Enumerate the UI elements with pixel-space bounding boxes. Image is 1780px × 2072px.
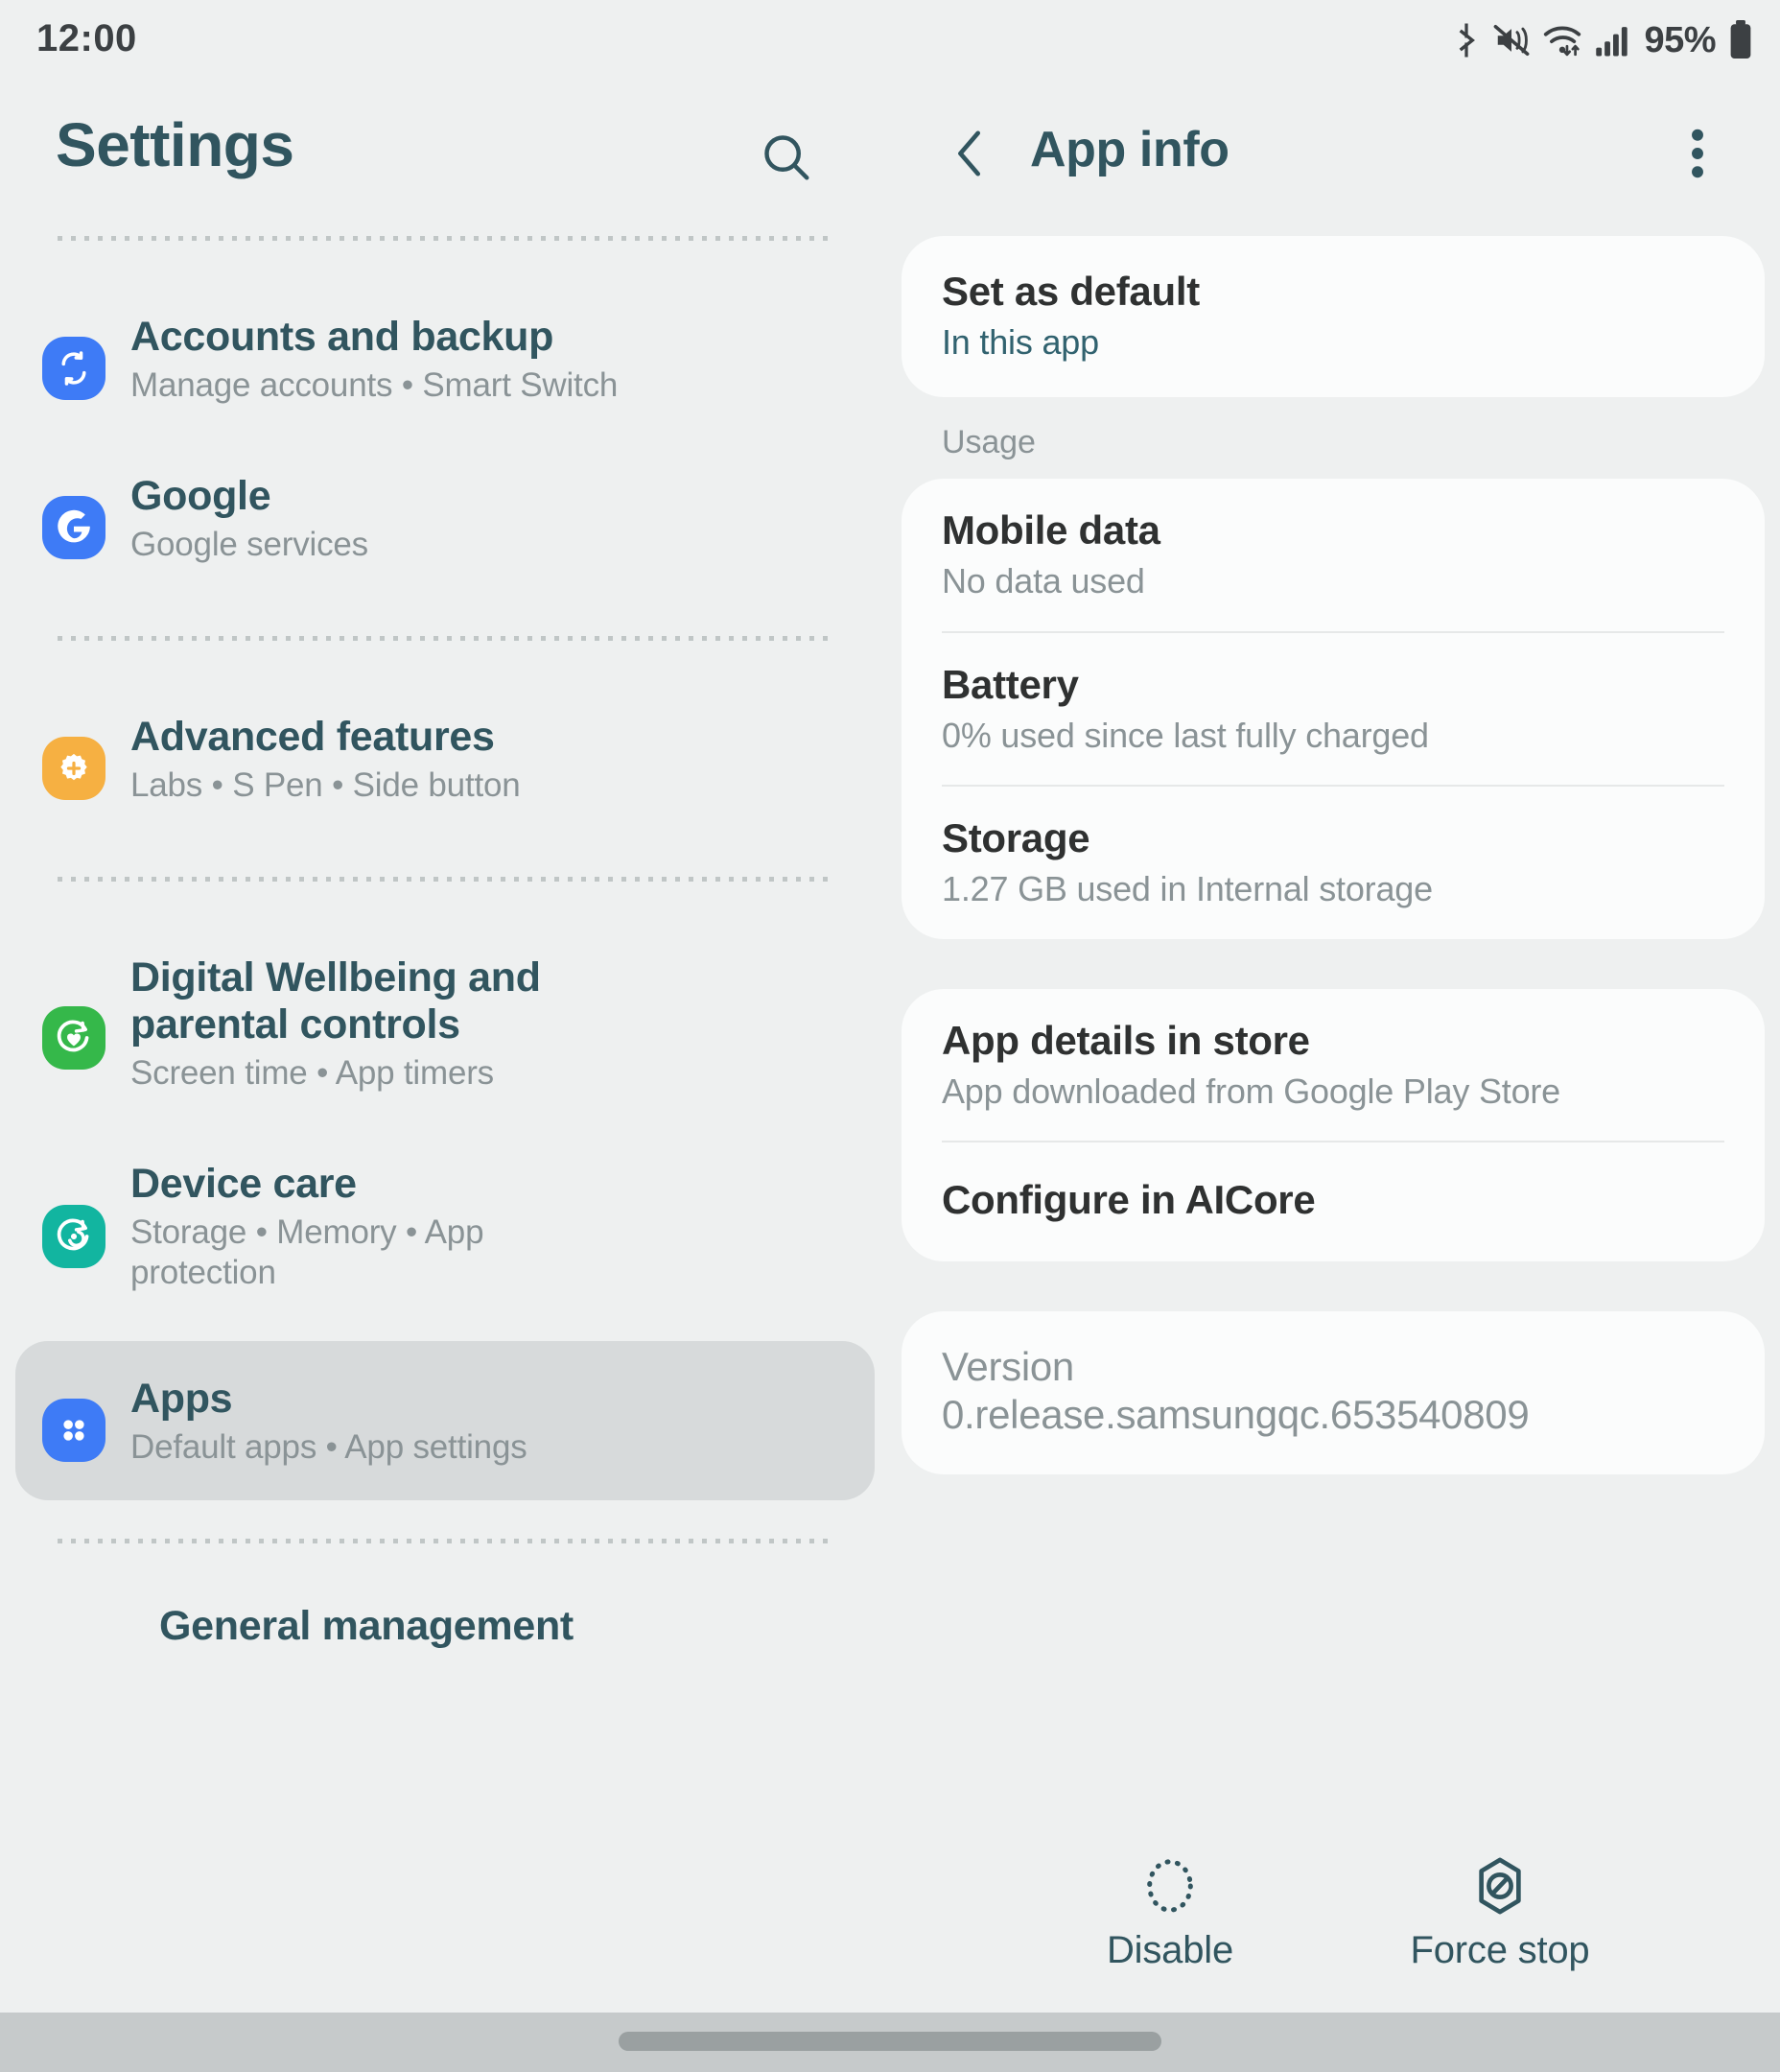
sidebar-item-label: Device care bbox=[130, 1160, 357, 1207]
row-subtitle: In this app bbox=[942, 322, 1099, 362]
phone-screen: 12:00 95% Settings Accounts and backup M… bbox=[0, 0, 1780, 2072]
storage-row[interactable]: Storage 1.27 GB used in Internal storage bbox=[902, 787, 1765, 938]
version-value: 0.release.samsungqc.653540809 bbox=[942, 1392, 1530, 1438]
action-label: Disable bbox=[1107, 1929, 1233, 1971]
status-bar-time: 12:00 bbox=[36, 17, 137, 59]
sidebar-item-device-care[interactable]: Device care Storage • Memory • App prote… bbox=[15, 1126, 875, 1326]
back-button[interactable] bbox=[936, 121, 1005, 190]
search-button[interactable] bbox=[752, 125, 821, 194]
version-label: Version bbox=[942, 1344, 1074, 1390]
sidebar-item-sublabel: Labs • S Pen • Side button bbox=[130, 766, 521, 805]
sidebar-item-digital-wellbeing[interactable]: Digital Wellbeing and parental controls … bbox=[15, 920, 875, 1125]
row-title: Mobile data bbox=[942, 507, 1160, 553]
row-title: Storage bbox=[942, 815, 1090, 861]
sidebar-item-label: Apps bbox=[130, 1375, 233, 1422]
force-stop-icon bbox=[1473, 1856, 1527, 1916]
row-title: Set as default bbox=[942, 269, 1200, 314]
version-card: Version 0.release.samsungqc.653540809 bbox=[902, 1311, 1765, 1475]
row-subtitle: 1.27 GB used in Internal storage bbox=[942, 869, 1433, 909]
sidebar-item-advanced-features[interactable]: Advanced features Labs • S Pen • Side bu… bbox=[15, 679, 875, 838]
battery-icon bbox=[1728, 20, 1753, 60]
bluetooth-icon bbox=[1452, 21, 1481, 59]
usage-card: Mobile data No data used Battery 0% used… bbox=[902, 479, 1765, 939]
sidebar-item-sublabel: Manage accounts • Smart Switch bbox=[130, 366, 619, 405]
app-details-in-store-row[interactable]: App details in store App downloaded from… bbox=[902, 989, 1765, 1141]
app-actions: Disable Force stop bbox=[890, 1856, 1780, 1972]
store-card: App details in store App downloaded from… bbox=[902, 988, 1765, 1262]
sidebar-item-google[interactable]: Google Google services bbox=[15, 438, 875, 598]
configure-in-aicore-row[interactable]: Configure in AICore bbox=[902, 1142, 1765, 1261]
chevron-left-icon bbox=[949, 128, 993, 184]
sidebar-item-general-management[interactable]: General management bbox=[15, 1601, 875, 1682]
status-bar: 12:00 95% bbox=[0, 0, 1780, 82]
battery-row[interactable]: Battery 0% used since last fully charged bbox=[902, 633, 1765, 785]
mobile-data-row[interactable]: Mobile data No data used bbox=[902, 479, 1765, 630]
gesture-handle[interactable] bbox=[619, 2032, 1161, 2051]
search-icon bbox=[759, 130, 814, 190]
row-subtitle: App downloaded from Google Play Store bbox=[942, 1071, 1560, 1111]
dotted-circle-icon bbox=[1143, 1856, 1197, 1916]
sidebar-item-sublabel: Screen time • App timers bbox=[130, 1053, 494, 1092]
signal-icon bbox=[1595, 23, 1631, 58]
set-as-default-card: Set as default In this app bbox=[902, 236, 1765, 398]
sidebar-item-sublabel: Google services bbox=[130, 526, 368, 564]
row-title: App details in store bbox=[942, 1017, 1310, 1063]
set-as-default-row[interactable]: Set as default In this app bbox=[902, 236, 1765, 397]
sync-icon bbox=[42, 337, 105, 400]
mute-icon bbox=[1493, 22, 1530, 59]
apps-grid-icon bbox=[42, 1398, 105, 1462]
disable-button[interactable]: Disable bbox=[1045, 1856, 1295, 1972]
sidebar-header: Settings bbox=[0, 82, 890, 236]
sidebar-item-label: Advanced features bbox=[130, 714, 495, 761]
status-bar-icons: 95% bbox=[1452, 19, 1753, 61]
sidebar-item-label: Accounts and backup bbox=[130, 314, 554, 360]
app-info-header: App info bbox=[890, 82, 1780, 236]
sidebar-item-sublabel: Default apps • App settings bbox=[130, 1428, 527, 1467]
sidebar-item-sublabel: Storage • Memory • App protection bbox=[130, 1213, 484, 1291]
app-info-title: App info bbox=[1030, 122, 1230, 177]
row-subtitle: No data used bbox=[942, 561, 1145, 601]
row-title: Configure in AICore bbox=[942, 1177, 1316, 1223]
system-navigation-bar bbox=[0, 2013, 1780, 2072]
row-subtitle: 0% used since last fully charged bbox=[942, 715, 1429, 755]
gear-plus-icon bbox=[42, 737, 105, 801]
heart-circle-icon bbox=[42, 1006, 105, 1071]
wifi-icon bbox=[1542, 22, 1582, 59]
google-g-icon bbox=[42, 496, 105, 560]
more-vertical-icon bbox=[1691, 127, 1704, 185]
sidebar-item-label: General management bbox=[159, 1603, 574, 1650]
sidebar-item-accounts-and-backup[interactable]: Accounts and backup Manage accounts • Sm… bbox=[15, 279, 875, 438]
sidebar-item-label: Digital Wellbeing and parental controls bbox=[130, 954, 541, 1048]
action-label: Force stop bbox=[1410, 1929, 1590, 1971]
more-options-button[interactable] bbox=[1665, 123, 1730, 188]
battery-percent-label: 95% bbox=[1644, 19, 1716, 60]
row-title: Battery bbox=[942, 661, 1079, 707]
version-row: Version 0.release.samsungqc.653540809 bbox=[902, 1311, 1765, 1474]
usage-section-label: Usage bbox=[942, 424, 1036, 461]
page-title: Settings bbox=[56, 110, 294, 179]
settings-sidebar: Settings Accounts and backup Manage acco… bbox=[0, 82, 890, 2013]
sidebar-item-apps[interactable]: Apps Default apps • App settings bbox=[15, 1340, 875, 1501]
sidebar-item-label: Google bbox=[130, 473, 271, 520]
device-care-icon bbox=[42, 1204, 105, 1268]
app-info-panel: App info Set as default In this app Usag… bbox=[890, 82, 1780, 2013]
force-stop-button[interactable]: Force stop bbox=[1375, 1856, 1625, 1972]
